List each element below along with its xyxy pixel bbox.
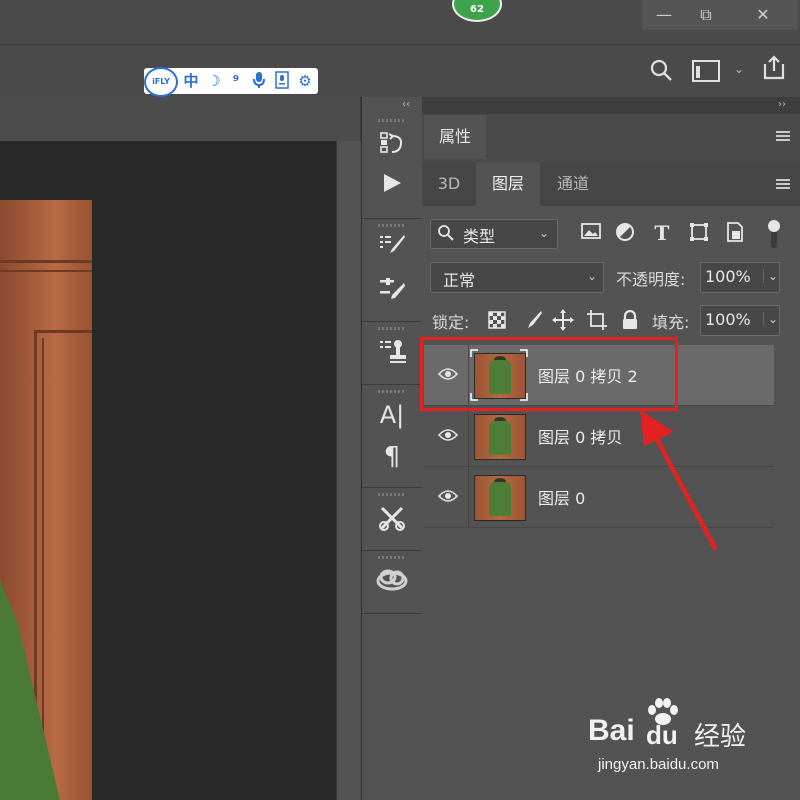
brush-settings-icon[interactable] <box>376 277 408 309</box>
clone-source-icon[interactable] <box>376 338 408 370</box>
ifly-moon-icon[interactable]: ☽ <box>204 71 224 91</box>
baidu-jingyan-watermark: Bai du 经验 jingyan.baidu.com <box>588 698 778 784</box>
filter-toggle-switch[interactable] <box>768 220 780 248</box>
filter-adjustment-icon[interactable] <box>612 222 638 247</box>
panel-header <box>422 97 800 114</box>
properties-menu-icon[interactable] <box>776 131 790 142</box>
tab-3d[interactable]: 3D <box>424 162 474 206</box>
filter-type-icon[interactable]: T <box>649 221 675 245</box>
minimize-button[interactable]: — <box>642 0 686 30</box>
tool-group-5 <box>362 488 422 551</box>
tool-group-6 <box>362 551 422 614</box>
blend-mode-select[interactable]: 正常 ⌄ <box>430 262 604 293</box>
tab-layers[interactable]: 图层 <box>476 162 540 206</box>
blend-mode-value: 正常 <box>443 271 476 290</box>
creative-cloud-icon[interactable] <box>376 567 408 599</box>
canvas-scrollbar[interactable] <box>336 141 361 800</box>
panel-dock-strip: ‹‹ A| ¶ <box>361 97 423 800</box>
filter-search-icon <box>437 224 455 246</box>
lock-position-icon[interactable] <box>552 309 574 331</box>
tool-group-4: A| ¶ <box>362 385 422 488</box>
opacity-value: 100% <box>705 267 751 286</box>
layer-name[interactable]: 图层 0 拷贝 <box>538 424 622 448</box>
lock-label: 锁定: <box>432 313 470 332</box>
tool-group-1 <box>362 114 422 219</box>
fill-value: 100% <box>705 310 751 329</box>
layer-thumbnail <box>474 475 526 521</box>
annotation-highlight-box <box>420 337 678 411</box>
ifly-voice-doc-icon[interactable] <box>272 71 292 91</box>
tool-group-3 <box>362 322 422 385</box>
restore-button[interactable]: ⧉ <box>684 0 728 30</box>
watermark-url: jingyan.baidu.com <box>598 756 719 773</box>
ifly-punctuation-icon[interactable]: ⁹ <box>226 71 246 91</box>
watermark-brand-2: du <box>646 720 678 750</box>
lock-image-pixels-icon[interactable] <box>522 310 542 330</box>
character-icon[interactable]: A| <box>376 399 408 431</box>
chevron-down-icon: ⌄ <box>539 226 550 240</box>
ifly-microphone-icon[interactable] <box>249 71 269 91</box>
search-icon[interactable] <box>648 58 674 84</box>
ifly-input-toolbar[interactable]: iFLY 中 ☽ ⁹ ⚙ <box>144 67 318 97</box>
ifly-logo[interactable]: iFLY <box>144 67 178 97</box>
options-bar <box>0 45 800 98</box>
paragraph-icon[interactable]: ¶ <box>376 441 408 473</box>
annotation-arrow <box>640 410 718 551</box>
tab-channels[interactable]: 通道 <box>542 162 604 206</box>
tab-properties[interactable]: 属性 <box>424 115 486 159</box>
lock-transparent-pixels-icon[interactable] <box>488 311 506 329</box>
tool-group-2 <box>362 219 422 322</box>
chevron-down-icon: ⌄ <box>587 269 598 283</box>
history-icon[interactable] <box>376 130 408 162</box>
lock-all-icon[interactable] <box>621 309 639 330</box>
visibility-eye-icon[interactable] <box>437 488 459 502</box>
chevron-down-icon[interactable]: ⌄ <box>763 312 778 326</box>
layer-thumbnail <box>474 414 526 460</box>
visibility-eye-icon[interactable] <box>437 427 459 441</box>
layer-name[interactable]: 图层 0 <box>538 485 585 509</box>
filter-pixel-icon[interactable] <box>578 222 604 245</box>
chevron-down-icon[interactable]: ⌄ <box>763 269 778 283</box>
layers-menu-icon[interactable] <box>776 179 790 190</box>
ifly-settings-icon[interactable]: ⚙ <box>295 71 315 91</box>
lock-artboard-icon[interactable] <box>586 309 608 331</box>
workspace-icon[interactable] <box>692 60 720 82</box>
ifly-chinese-mode-icon[interactable]: 中 <box>181 71 201 91</box>
layer-filter-select[interactable]: 类型 ⌄ <box>430 219 558 249</box>
tool-presets-icon[interactable] <box>376 504 408 536</box>
opacity-input[interactable]: 100% ⌄ <box>700 262 780 293</box>
collapse-left-icon[interactable]: ‹‹ <box>402 99 410 110</box>
watermark-brand: Bai <box>588 714 635 747</box>
brush-preset-icon[interactable] <box>376 233 408 265</box>
opacity-label: 不透明度: <box>616 270 686 289</box>
close-button[interactable]: ✕ <box>728 0 798 30</box>
fill-input[interactable]: 100% ⌄ <box>700 305 780 336</box>
workspace-dropdown-chevron-icon[interactable]: ⌄ <box>732 62 746 76</box>
collapse-right-icon[interactable]: ›› <box>778 99 786 110</box>
filter-shape-icon[interactable] <box>686 222 712 247</box>
play-icon[interactable] <box>376 172 408 204</box>
document-tab-strip <box>0 97 360 141</box>
fill-label: 填充: <box>652 313 690 332</box>
share-icon[interactable] <box>760 54 788 82</box>
watermark-suffix: 经验 <box>694 722 747 752</box>
filter-kind-label: 类型 <box>463 227 496 246</box>
filter-smart-object-icon[interactable] <box>722 222 748 247</box>
